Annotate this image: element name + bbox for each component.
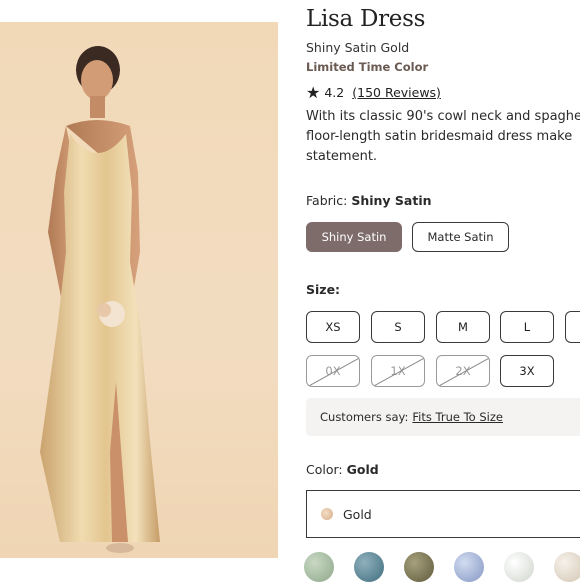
size-option-0x[interactable]: 0X [306,355,360,387]
star-icon: ★ [306,83,321,102]
size-option-1x[interactable]: 1X [371,355,425,387]
fit-true-to-size-link[interactable]: Fits True To Size [412,410,503,424]
size-option-xl-partial[interactable] [565,311,580,343]
size-option-3x[interactable]: 3X [500,355,554,387]
fit-note-prefix: Customers say: [320,410,409,424]
product-description: With its classic 90's cowl neck and spag… [306,107,580,167]
color-swatch-sage[interactable] [304,552,334,582]
fabric-selected-value: Shiny Satin [351,193,432,208]
color-label: Color: Gold [306,462,379,477]
description-line: floor-length satin bridesmaid dress make [306,129,573,144]
color-swatch-champagne[interactable] [554,552,580,582]
product-subtitle: Shiny Satin Gold [306,40,410,55]
size-option-s[interactable]: S [371,311,425,343]
gold-swatch-icon [321,508,333,520]
fabric-option-shiny-satin[interactable]: Shiny Satin [306,222,402,252]
reviews-link[interactable]: (150 Reviews) [352,85,441,100]
color-dropdown[interactable]: Gold [306,490,580,538]
size-option-xs[interactable]: XS [306,311,360,343]
size-label: Size: [306,282,341,297]
fabric-label: Fabric: Shiny Satin [306,193,432,208]
color-swatch-olive[interactable] [404,552,434,582]
rating-value: 4.2 [324,85,345,100]
color-selected-value: Gold [346,462,379,477]
size-option-m[interactable]: M [436,311,490,343]
color-swatch-ivory[interactable] [504,552,534,582]
limited-time-tag: Limited Time Color [306,60,429,74]
fabric-option-matte-satin[interactable]: Matte Satin [412,222,509,252]
fit-note-box: Customers say: Fits True To Size [306,398,580,436]
product-title: Lisa Dress [306,6,426,32]
description-line: statement. [306,149,378,164]
rating-row: ★ 4.2 (150 Reviews) [306,83,441,102]
size-option-2x[interactable]: 2X [436,355,490,387]
product-photo[interactable] [0,22,278,558]
description-line: With its classic 90's cowl neck and spag… [306,109,580,124]
color-swatch-periwinkle[interactable] [454,552,484,582]
size-option-l[interactable]: L [500,311,554,343]
color-dropdown-value: Gold [343,506,372,522]
model-in-gold-dress-image [40,46,160,553]
color-swatch-teal[interactable] [354,552,384,582]
